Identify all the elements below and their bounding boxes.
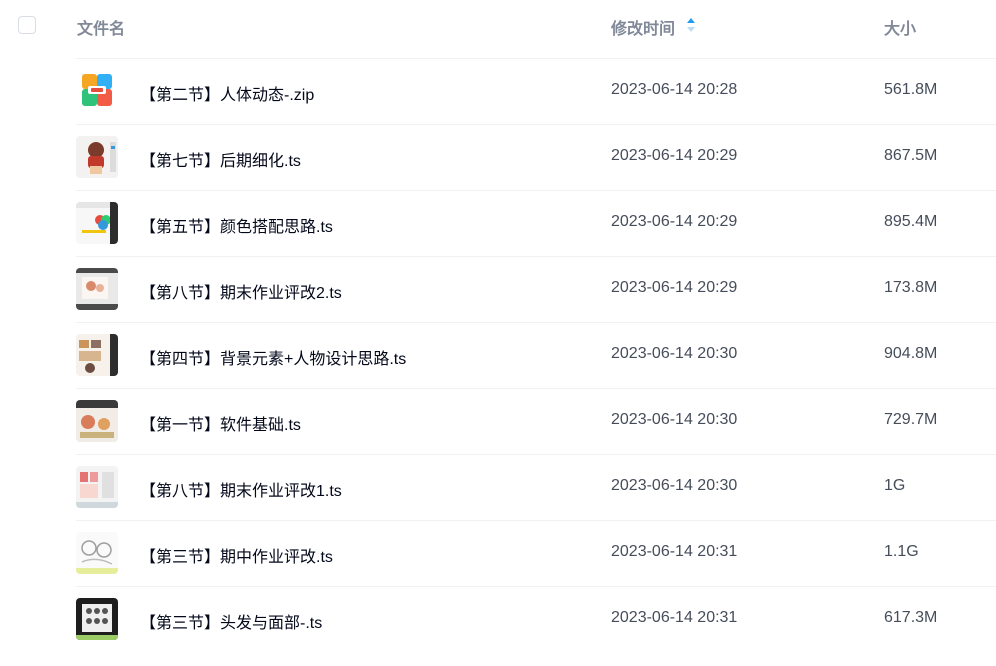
row-divider (76, 520, 996, 521)
column-header-name[interactable]: 文件名 (77, 15, 125, 39)
column-header-size[interactable]: 大小 (884, 15, 916, 39)
video-thumbnail (76, 532, 118, 574)
row-divider (76, 58, 996, 59)
row-divider (76, 124, 996, 125)
file-name[interactable]: 【第七节】后期细化.ts (140, 147, 301, 171)
zip-archive-icon (76, 70, 118, 112)
file-list-header: 文件名 修改时间 大小 (0, 0, 996, 56)
video-thumbnail (76, 400, 118, 442)
file-modified-time: 2023-06-14 20:30 (611, 477, 738, 494)
file-row[interactable]: 【第三节】期中作业评改.ts 2023-06-14 20:31 1.1G (0, 520, 996, 586)
row-divider (76, 256, 996, 257)
file-row[interactable]: 【第七节】后期细化.ts 2023-06-14 20:29 867.5M (0, 124, 996, 190)
video-thumbnail (76, 136, 118, 178)
video-thumbnail (76, 466, 118, 508)
file-modified-time: 2023-06-14 20:29 (611, 279, 738, 296)
file-name[interactable]: 【第八节】期末作业评改1.ts (140, 477, 342, 501)
file-row[interactable]: 【第一节】软件基础.ts 2023-06-14 20:30 729.7M (0, 388, 996, 454)
file-name[interactable]: 【第一节】软件基础.ts (140, 411, 301, 435)
file-row[interactable]: 【第八节】期末作业评改2.ts 2023-06-14 20:29 173.8M (0, 256, 996, 322)
row-divider (76, 388, 996, 389)
video-thumbnail (76, 202, 118, 244)
file-size: 867.5M (884, 147, 938, 164)
sort-icon[interactable] (686, 17, 696, 33)
file-modified-time: 2023-06-14 20:31 (611, 543, 738, 560)
row-divider (76, 322, 996, 323)
file-size: 895.4M (884, 213, 938, 230)
file-modified-time: 2023-06-14 20:31 (611, 609, 738, 626)
file-size: 1G (884, 477, 906, 494)
video-thumbnail (76, 598, 118, 640)
file-name[interactable]: 【第四节】背景元素+人物设计思路.ts (140, 345, 406, 369)
file-size: 173.8M (884, 279, 938, 296)
file-name[interactable]: 【第三节】期中作业评改.ts (140, 543, 333, 567)
file-modified-time: 2023-06-14 20:29 (611, 213, 738, 230)
file-name[interactable]: 【第五节】颜色搭配思路.ts (140, 213, 333, 237)
file-size: 617.3M (884, 609, 938, 626)
file-row[interactable]: 【第三节】头发与面部-.ts 2023-06-14 20:31 617.3M (0, 586, 996, 652)
video-thumbnail (76, 268, 118, 310)
file-name[interactable]: 【第八节】期末作业评改2.ts (140, 279, 342, 303)
file-modified-time: 2023-06-14 20:30 (611, 411, 738, 428)
row-divider (76, 586, 996, 587)
file-size: 904.8M (884, 345, 938, 362)
file-name[interactable]: 【第三节】头发与面部-.ts (140, 609, 322, 633)
file-modified-time: 2023-06-14 20:29 (611, 147, 738, 164)
file-size: 561.8M (884, 81, 938, 98)
select-all-checkbox[interactable] (18, 16, 36, 34)
file-row[interactable]: 【第五节】颜色搭配思路.ts 2023-06-14 20:29 895.4M (0, 190, 996, 256)
file-name[interactable]: 【第二节】人体动态-.zip (140, 81, 314, 105)
file-modified-time: 2023-06-14 20:30 (611, 345, 738, 362)
file-row[interactable]: 【第二节】人体动态-.zip 2023-06-14 20:28 561.8M (0, 58, 996, 124)
file-size: 729.7M (884, 411, 938, 428)
file-row[interactable]: 【第八节】期末作业评改1.ts 2023-06-14 20:30 1G (0, 454, 996, 520)
column-header-modified-time[interactable]: 修改时间 (611, 15, 675, 39)
row-divider (76, 190, 996, 191)
video-thumbnail (76, 334, 118, 376)
file-row[interactable]: 【第四节】背景元素+人物设计思路.ts 2023-06-14 20:30 904… (0, 322, 996, 388)
row-divider (76, 454, 996, 455)
file-size: 1.1G (884, 543, 919, 560)
file-modified-time: 2023-06-14 20:28 (611, 81, 738, 98)
